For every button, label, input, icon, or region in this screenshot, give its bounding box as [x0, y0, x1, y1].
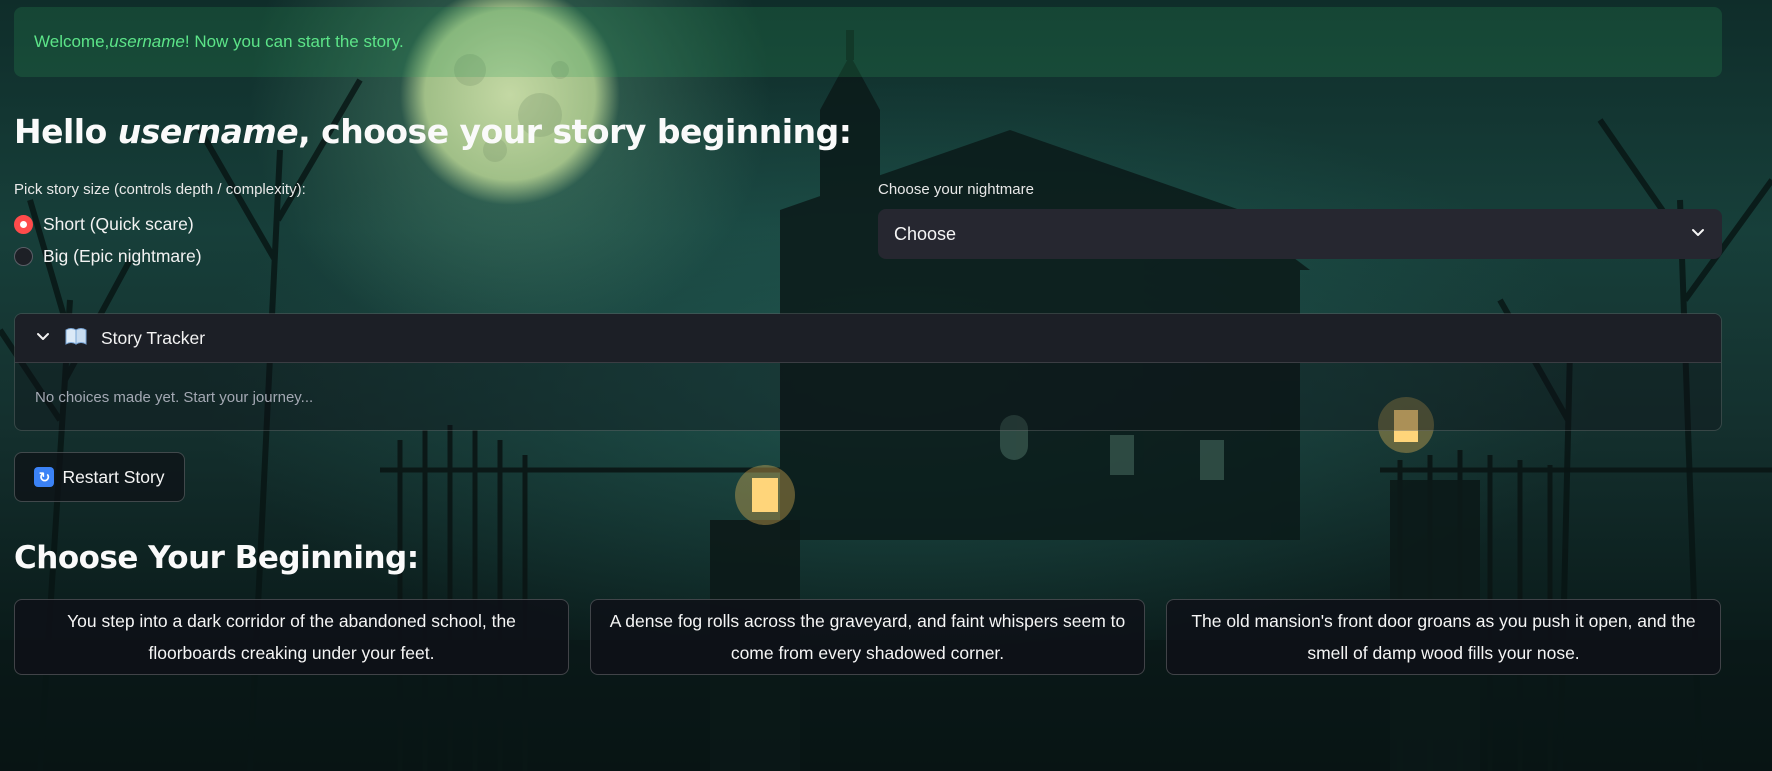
- beginning-option-school[interactable]: You step into a dark corridor of the aba…: [14, 599, 569, 675]
- radio-option-label: Short (Quick scare): [43, 214, 194, 234]
- chevron-down-icon[interactable]: [1690, 224, 1706, 245]
- restart-icon: ↻: [34, 467, 55, 487]
- title-hello: Hello: [14, 112, 118, 151]
- beginnings-title: Choose Your Beginning:: [14, 540, 419, 576]
- alert-username: username: [109, 32, 185, 51]
- nightmare-select-label: Choose your nightmare: [878, 181, 1034, 198]
- beginning-option-text: The old mansion's front door groans as y…: [1191, 611, 1696, 663]
- nightmare-select[interactable]: Choose: [878, 209, 1722, 259]
- story-size-label: Pick story size (controls depth / comple…: [14, 181, 306, 198]
- story-tracker-header[interactable]: Story Tracker: [15, 314, 1721, 363]
- radio-option-label: Big (Epic nightmare): [43, 246, 202, 266]
- title-username: username: [117, 112, 299, 151]
- beginning-option-graveyard[interactable]: A dense fog rolls across the graveyard, …: [590, 599, 1145, 675]
- radio-checked-icon[interactable]: [14, 215, 33, 234]
- nightmare-select-value: Choose: [894, 223, 957, 244]
- story-tracker-expander: Story Tracker No choices made yet. Start…: [14, 313, 1722, 431]
- page-title: Hello username, choose your story beginn…: [14, 112, 852, 151]
- restart-story-button[interactable]: ↻ Restart Story: [14, 452, 185, 502]
- story-app: Welcome, username! Now you can start the…: [0, 0, 1772, 771]
- beginning-option-text: A dense fog rolls across the graveyard, …: [609, 611, 1126, 663]
- story-tracker-body: No choices made yet. Start your journey.…: [15, 363, 1721, 430]
- radio-option-short[interactable]: Short (Quick scare): [14, 214, 194, 235]
- alert-prefix: Welcome,: [34, 32, 110, 51]
- radio-option-big[interactable]: Big (Epic nightmare): [14, 246, 202, 267]
- story-tracker-empty-text: No choices made yet. Start your journey.…: [35, 388, 314, 406]
- story-tracker-title: Story Tracker: [101, 327, 206, 348]
- title-rest: , choose your story beginning:: [298, 112, 852, 151]
- radio-unchecked-icon[interactable]: [14, 247, 33, 266]
- restart-story-label: Restart Story: [62, 466, 165, 487]
- welcome-success-alert: Welcome, username! Now you can start the…: [14, 7, 1722, 77]
- open-book-icon: [65, 327, 87, 350]
- chevron-down-icon[interactable]: [35, 328, 51, 349]
- beginning-option-text: You step into a dark corridor of the aba…: [67, 611, 516, 663]
- alert-suffix: ! Now you can start the story.: [184, 32, 404, 51]
- beginning-option-mansion[interactable]: The old mansion's front door groans as y…: [1166, 599, 1721, 675]
